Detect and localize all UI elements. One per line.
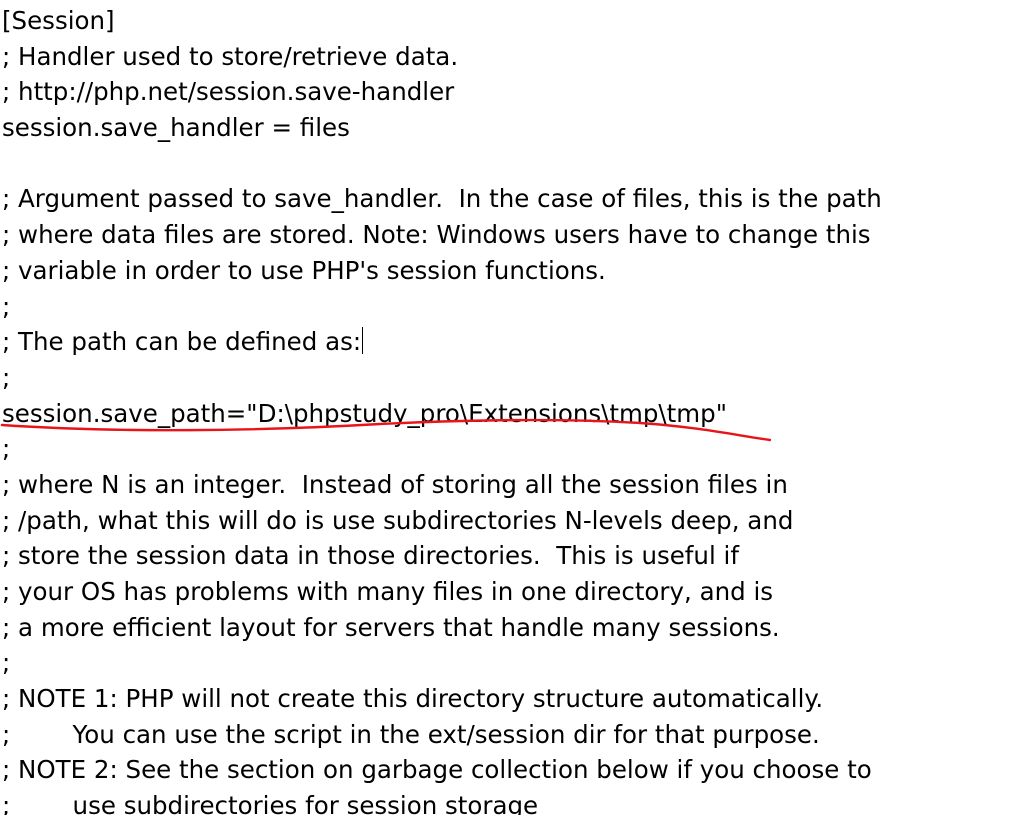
code-line: ; variable in order to use PHP's session… [2, 255, 606, 285]
text-editor[interactable]: [Session] ; Handler used to store/retriev… [0, 0, 1012, 815]
code-line: ; NOTE 1: PHP will not create this direc… [2, 684, 824, 714]
code-line: ; http://php.net/session.save-handler [2, 77, 455, 107]
code-line: ; [2, 362, 11, 392]
code-line: ; You can use the script in the ext/sess… [2, 719, 820, 749]
code-line: ; NOTE 2: See the section on garbage col… [2, 755, 872, 785]
code-line: ; use subdirectories for session storage [2, 791, 539, 815]
code-line: ; where N is an integer. Instead of stor… [2, 469, 788, 499]
code-line: session.save_handler = files [2, 113, 350, 143]
code-line-text: ; The path can be defined as: [2, 327, 362, 357]
code-line: ; your OS has problems with many files i… [2, 577, 774, 606]
editor-lines: [Session] ; Handler used to store/retriev… [2, 3, 882, 815]
code-line: ; store the session data in those direct… [2, 541, 739, 571]
code-line: [Session] [2, 6, 115, 35]
code-line: ; Handler used to store/retrieve data. [2, 41, 459, 71]
code-line: ; Argument passed to save_handler. In th… [2, 184, 882, 214]
code-line: ; where data files are stored. Note: Win… [2, 220, 871, 250]
code-line: ; [2, 434, 11, 464]
text-caret [362, 327, 364, 355]
code-line: ; [2, 291, 11, 321]
code-line: session.save_path="D:\phpstudy_pro\Exten… [2, 398, 727, 428]
code-line: ; The path can be defined as: [2, 324, 882, 360]
code-line: ; [2, 648, 11, 678]
code-line: ; /path, what this will do is use subdir… [2, 505, 794, 535]
code-line: ; a more efficient layout for servers th… [2, 612, 780, 642]
